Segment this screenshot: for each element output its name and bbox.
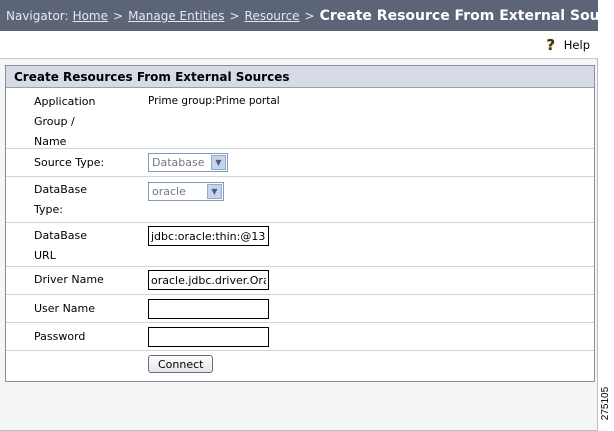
chevron-down-icon[interactable]: ▼ <box>211 155 226 170</box>
application-group-value: Prime group:Prime portal <box>148 95 280 107</box>
database-type-label: DataBase Type: <box>34 183 88 216</box>
help-question-icon[interactable]: ? <box>544 36 558 54</box>
row-application-group: Application Group / Name Prime group:Pri… <box>6 88 594 149</box>
breadcrumb-separator: > <box>113 8 124 23</box>
source-type-select-wrap: Database ▼ <box>148 153 228 172</box>
panel-title: Create Resources From External Sources <box>6 66 594 88</box>
breadcrumb-separator: > <box>229 8 240 23</box>
user-name-label: User Name <box>34 302 96 315</box>
driver-name-wrap <box>148 270 269 290</box>
row-database-type: DataBase Type: oracle ▼ <box>6 177 594 223</box>
database-url-label: DataBase URL <box>34 229 88 262</box>
app-frame: Navigator: Home > Manage Entities > Reso… <box>0 0 614 431</box>
figure-id: 275105 <box>600 386 612 421</box>
breadcrumb-separator: > <box>304 8 315 23</box>
row-driver-name: Driver Name <box>6 267 594 295</box>
navigator-label: Navigator: <box>6 8 69 23</box>
navigator-bar: Navigator: Home > Manage Entities > Reso… <box>0 0 614 31</box>
source-type-select[interactable]: Database ▼ <box>148 153 228 172</box>
row-user-name: User Name <box>6 295 594 323</box>
password-wrap <box>148 327 269 347</box>
driver-name-input[interactable] <box>148 270 269 290</box>
row-source-type: Source Type: Database ▼ <box>6 149 594 177</box>
database-url-wrap <box>148 226 269 246</box>
breadcrumb-home[interactable]: Home <box>73 9 108 23</box>
database-type-select-wrap: oracle ▼ <box>148 182 224 201</box>
row-database-url: DataBase URL <box>6 223 594 267</box>
chevron-down-icon[interactable]: ▼ <box>207 184 222 199</box>
driver-name-label: Driver Name <box>34 273 104 286</box>
application-group-label: Application Group / Name <box>34 95 96 148</box>
connect-wrap: Connect <box>148 355 214 373</box>
row-password: Password <box>6 323 594 351</box>
user-name-wrap <box>148 299 269 319</box>
password-input[interactable] <box>148 327 269 347</box>
page-title: Create Resource From External Sources <box>319 7 614 24</box>
create-resource-panel: Create Resources From External Sources A… <box>5 65 595 382</box>
source-type-label: Source Type: <box>34 156 105 169</box>
breadcrumb-manage-entities[interactable]: Manage Entities <box>128 9 224 23</box>
breadcrumb-resource[interactable]: Resource <box>245 9 300 23</box>
password-label: Password <box>34 330 86 343</box>
help-link[interactable]: ? Help <box>544 36 590 54</box>
help-label[interactable]: Help <box>564 38 590 52</box>
help-bar: ? Help <box>0 31 598 59</box>
database-url-input[interactable] <box>148 226 269 246</box>
row-connect: Connect <box>6 351 594 382</box>
user-name-input[interactable] <box>148 299 269 319</box>
connect-button[interactable]: Connect <box>148 355 214 373</box>
database-type-select[interactable]: oracle ▼ <box>148 182 224 201</box>
